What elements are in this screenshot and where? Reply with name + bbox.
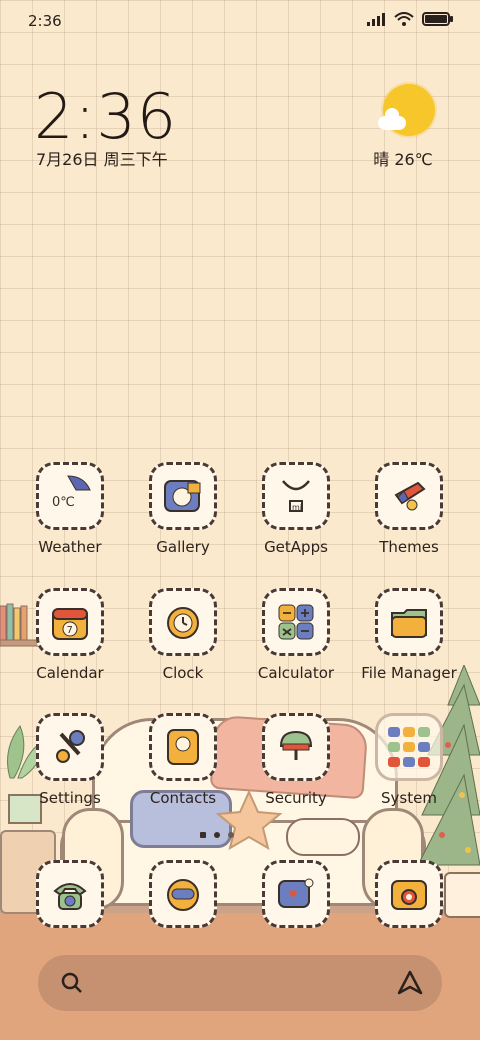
assistant-icon[interactable] [396,969,424,997]
app-label: Settings [39,789,101,807]
phone-icon [36,860,104,928]
getapps-icon: mi [262,462,330,530]
camera-icon [375,860,443,928]
app-label: Contacts [149,789,217,807]
app-gallery[interactable]: Gallery [127,462,239,556]
app-calendar[interactable]: 7 Calendar [14,588,126,682]
app-system-folder[interactable]: System [353,713,465,807]
page-indicator[interactable] [200,832,234,838]
app-label: Clock [162,664,204,682]
browser-icon [262,860,330,928]
app-clock[interactable]: Clock [127,588,239,682]
dock-phone[interactable] [14,860,126,928]
app-label: File Manager [361,664,457,682]
dock-camera[interactable] [353,860,465,928]
calendar-tile-day: 7 [67,625,73,636]
signal-icon [367,13,385,26]
clock-icon [149,588,217,656]
app-label: Weather [38,538,102,556]
page-dot [228,832,234,838]
weather-tile-temp: 0℃ [52,495,75,510]
security-icon [262,713,330,781]
app-security[interactable]: Security [240,713,352,807]
app-label: Calendar [36,664,104,682]
themes-icon [375,462,443,530]
app-label: Themes [379,538,439,556]
battery-icon [422,12,453,26]
cloud-shape [378,108,406,130]
app-contacts[interactable]: Contacts [127,713,239,807]
wifi-icon [394,12,414,26]
app-label: Calculator [257,664,335,682]
weather-text: 晴 26℃ [373,150,433,169]
calculator-icon [262,588,330,656]
page-dot-active [214,832,220,838]
status-icons [366,12,454,26]
app-weather[interactable]: 0℃ Weather [14,462,126,556]
status-time: 2:36 [28,12,62,30]
weather-widget[interactable]: 晴 26℃ [360,82,446,172]
messages-icon [149,860,217,928]
page-dot-home [200,832,206,838]
gallery-icon [149,462,217,530]
status-bar: 2:36 [0,0,480,44]
app-label: GetApps [264,538,328,556]
sleeping-cat-illustration [286,818,360,856]
app-label: Security [265,789,327,807]
search-bar[interactable] [38,955,442,1011]
app-settings[interactable]: Settings [14,713,126,807]
app-label: Gallery [156,538,210,556]
dock-messages[interactable] [127,860,239,928]
system-folder-icon [375,713,443,781]
app-file-manager[interactable]: File Manager [353,588,465,682]
app-themes[interactable]: Themes [353,462,465,556]
search-icon[interactable] [60,971,84,995]
clock-date[interactable]: 7月26日 周三下午 [36,146,168,170]
clock-time[interactable]: 2:36 [34,80,177,153]
contacts-icon [149,713,217,781]
folder-icon [375,588,443,656]
dock-browser[interactable] [240,860,352,928]
app-label: System [381,789,437,807]
app-getapps[interactable]: mi GetApps [240,462,352,556]
weather-icon: 0℃ [36,462,104,530]
svg-text:mi: mi [292,503,302,512]
calendar-icon: 7 [36,588,104,656]
app-calculator[interactable]: Calculator [240,588,352,682]
settings-icon [36,713,104,781]
